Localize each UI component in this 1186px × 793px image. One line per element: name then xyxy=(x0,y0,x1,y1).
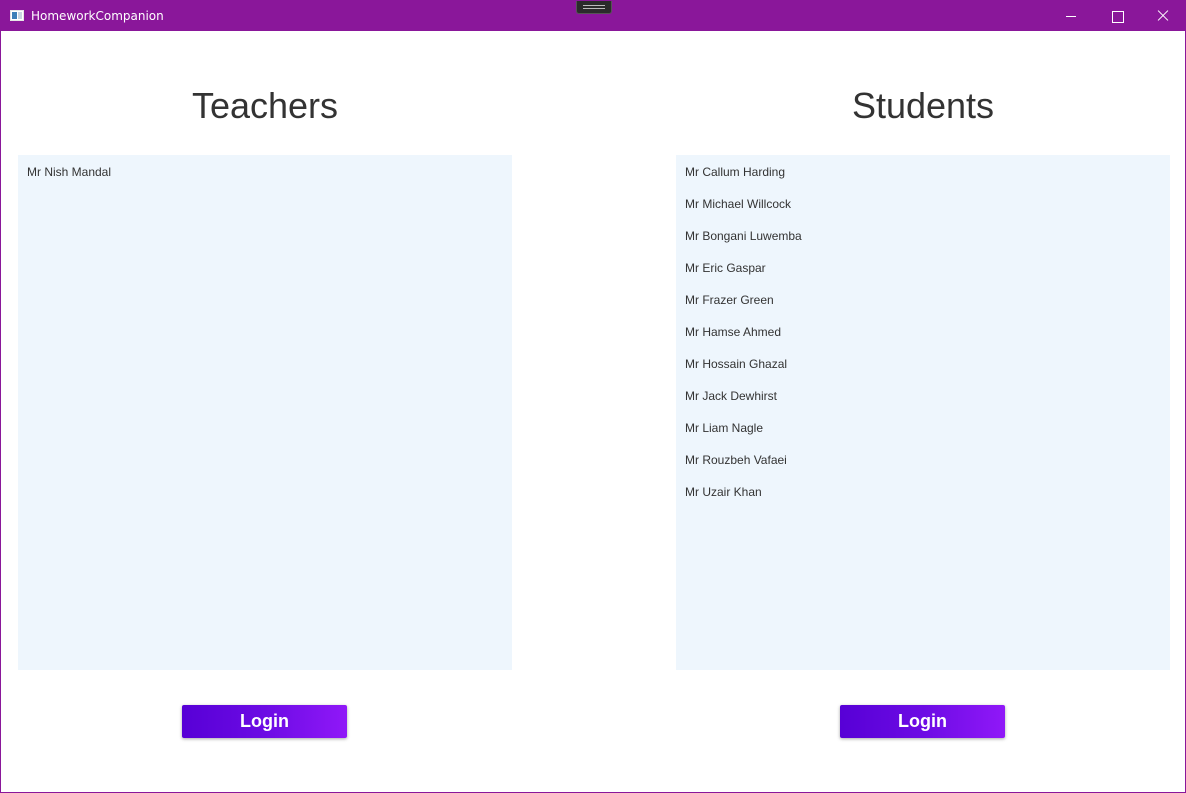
student-list-item[interactable]: Mr Michael Willcock xyxy=(676,187,1170,219)
teacher-login-button[interactable]: Login xyxy=(182,705,347,738)
student-list-item[interactable]: Mr Liam Nagle xyxy=(676,411,1170,443)
app-window: HomeworkCompanion Teachers Mr Nish Manda… xyxy=(0,0,1186,793)
student-list-item[interactable]: Mr Hamse Ahmed xyxy=(676,315,1170,347)
student-list-item[interactable]: Mr Rouzbeh Vafaei xyxy=(676,443,1170,475)
teachers-heading: Teachers xyxy=(191,85,339,126)
window-title: HomeworkCompanion xyxy=(31,9,164,23)
title-bar[interactable]: HomeworkCompanion xyxy=(1,1,1185,31)
students-heading: Students xyxy=(851,85,995,126)
student-list-item[interactable]: Mr Eric Gaspar xyxy=(676,251,1170,283)
student-list-item[interactable]: Mr Uzair Khan xyxy=(676,475,1170,507)
student-list-item[interactable]: Mr Frazer Green xyxy=(676,283,1170,315)
student-list-item[interactable]: Mr Jack Dewhirst xyxy=(676,379,1170,411)
student-login-button[interactable]: Login xyxy=(840,705,1005,738)
student-list-item[interactable]: Mr Hossain Ghazal xyxy=(676,347,1170,379)
student-list-item[interactable]: Mr Bongani Luwemba xyxy=(676,219,1170,251)
teachers-list[interactable]: Mr Nish Mandal xyxy=(18,155,512,670)
teacher-list-item[interactable]: Mr Nish Mandal xyxy=(18,155,512,187)
minimize-icon[interactable] xyxy=(1048,1,1094,31)
maximize-icon[interactable] xyxy=(1094,1,1140,31)
close-icon[interactable] xyxy=(1140,1,1186,31)
app-icon xyxy=(10,10,24,21)
student-list-item[interactable]: Mr Callum Harding xyxy=(676,155,1170,187)
students-list[interactable]: Mr Callum Harding Mr Michael Willcock Mr B… xyxy=(676,155,1170,670)
drag-handle-icon[interactable] xyxy=(576,1,612,14)
